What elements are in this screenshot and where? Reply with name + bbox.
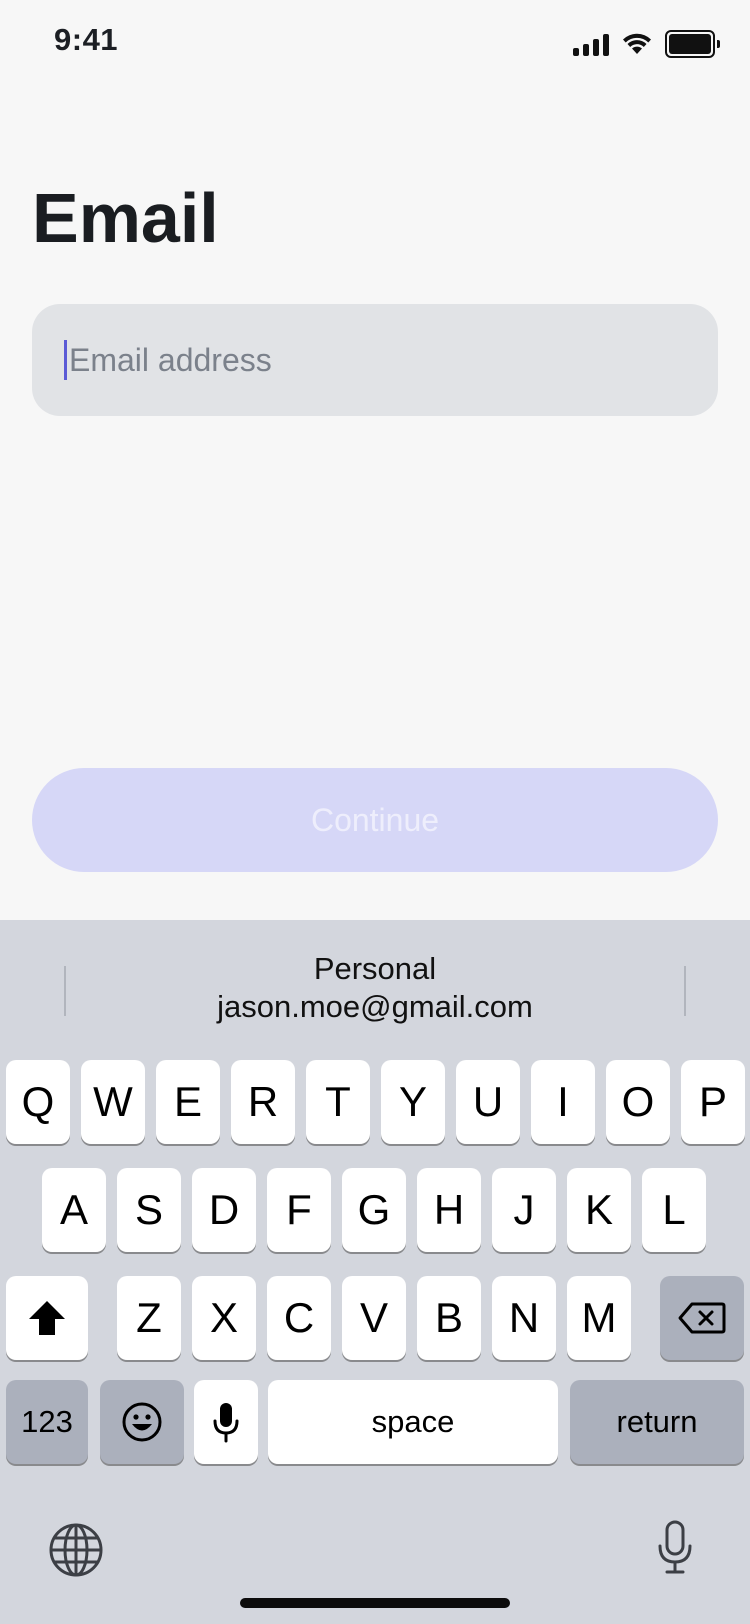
status-bar: 9:41 <box>0 0 750 88</box>
space-key[interactable]: space <box>268 1380 558 1464</box>
numbers-key[interactable]: 123 <box>6 1380 88 1464</box>
backspace-icon <box>678 1302 726 1334</box>
status-time: 9:41 <box>54 22 119 57</box>
key-c[interactable]: C <box>267 1276 331 1360</box>
key-j[interactable]: J <box>492 1168 556 1252</box>
key-y[interactable]: Y <box>381 1060 445 1144</box>
page-title: Email <box>32 179 219 257</box>
email-input[interactable] <box>69 330 718 390</box>
emoji-key[interactable] <box>100 1380 184 1464</box>
delete-key[interactable] <box>660 1276 744 1360</box>
key-v[interactable]: V <box>342 1276 406 1360</box>
dictation-key[interactable] <box>194 1380 258 1464</box>
shift-arrow-icon <box>29 1301 65 1335</box>
key-e[interactable]: E <box>156 1060 220 1144</box>
key-g[interactable]: G <box>342 1168 406 1252</box>
key-p[interactable]: P <box>681 1060 745 1144</box>
key-o[interactable]: O <box>606 1060 670 1144</box>
microphone-icon <box>213 1403 239 1443</box>
wifi-icon <box>623 33 651 54</box>
key-f[interactable]: F <box>267 1168 331 1252</box>
key-w[interactable]: W <box>81 1060 145 1144</box>
cellular-signal-icon <box>573 32 609 56</box>
key-h[interactable]: H <box>417 1168 481 1252</box>
email-suggestion[interactable]: Personal jason.moe@gmail.com <box>66 950 684 1026</box>
key-r[interactable]: R <box>231 1060 295 1144</box>
shift-key[interactable] <box>6 1276 88 1360</box>
key-q[interactable]: Q <box>6 1060 70 1144</box>
battery-icon <box>665 30 720 58</box>
key-t[interactable]: T <box>306 1060 370 1144</box>
key-n[interactable]: N <box>492 1276 556 1360</box>
continue-button[interactable]: Continue <box>32 768 718 872</box>
key-m[interactable]: M <box>567 1276 631 1360</box>
key-s[interactable]: S <box>117 1168 181 1252</box>
email-field[interactable] <box>32 304 718 416</box>
suggestion-divider <box>684 966 686 1016</box>
suggestion-label: Personal <box>313 951 437 986</box>
key-i[interactable]: I <box>531 1060 595 1144</box>
key-l[interactable]: L <box>642 1168 706 1252</box>
key-d[interactable]: D <box>192 1168 256 1252</box>
key-b[interactable]: B <box>417 1276 481 1360</box>
dictation-microphone-icon[interactable] <box>656 1520 694 1576</box>
key-u[interactable]: U <box>456 1060 520 1144</box>
emoji-icon <box>122 1402 162 1442</box>
key-a[interactable]: A <box>42 1168 106 1252</box>
return-key[interactable]: return <box>570 1380 744 1464</box>
keyboard: Personal jason.moe@gmail.com Q W E R T Y… <box>0 920 750 1624</box>
autofill-suggestion-bar: Personal jason.moe@gmail.com <box>0 920 750 1060</box>
home-indicator[interactable] <box>240 1598 510 1608</box>
suggestion-email: jason.moe@gmail.com <box>217 989 533 1024</box>
key-x[interactable]: X <box>192 1276 256 1360</box>
status-icons <box>573 30 720 58</box>
globe-icon[interactable] <box>48 1522 104 1578</box>
key-k[interactable]: K <box>567 1168 631 1252</box>
key-z[interactable]: Z <box>117 1276 181 1360</box>
text-caret <box>64 340 67 380</box>
